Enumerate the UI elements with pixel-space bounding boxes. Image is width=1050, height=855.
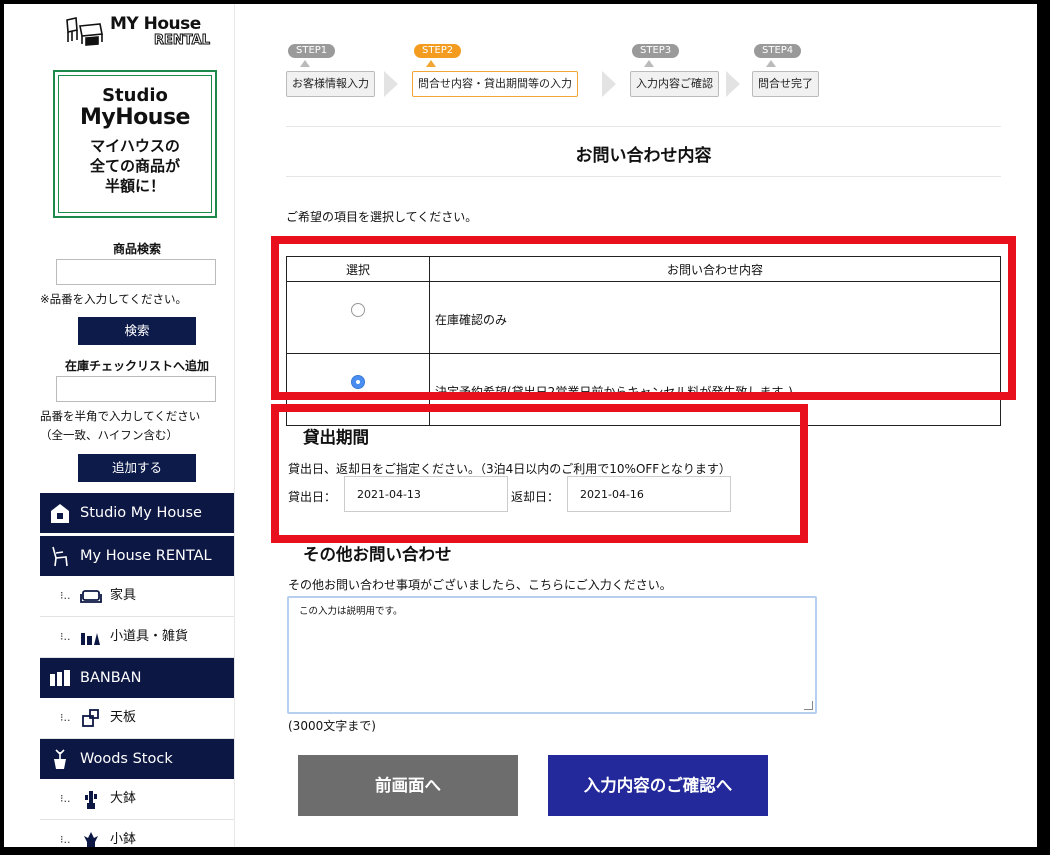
search-note: ※品番を入力してください。 (40, 292, 187, 306)
nav-studio-my-house[interactable]: Studio My House (40, 493, 234, 533)
char-limit-note: (3000文字まで) (288, 719, 376, 733)
progress-steps: STEP1 お客様情報入力 STEP2 問合せ内容・貸出期間等の入力 STEP3… (286, 44, 886, 104)
search-input[interactable] (56, 259, 216, 285)
nav-furniture[interactable]: ⁝.. 家具 (40, 576, 234, 617)
checklist-note2: （全一致、ハイフン含む） (40, 428, 178, 442)
succulent-icon (84, 832, 98, 847)
checklist-input[interactable] (56, 376, 216, 402)
promo-line5: 半額に！ (104, 177, 165, 195)
promo-line1: Studio (102, 85, 168, 106)
divider (286, 126, 1001, 127)
house-icon (51, 504, 69, 523)
page-shadow (1037, 10, 1045, 855)
annotation-box-selection (271, 236, 1016, 400)
confirm-button[interactable]: 入力内容のご確認へ (548, 755, 768, 816)
nav-label: 天板 (110, 710, 137, 725)
tree-dots-icon: ⁝.. (60, 792, 71, 805)
step-label: 問合せ完了 (752, 71, 819, 97)
chevron-right-icon (726, 71, 740, 97)
chevron-right-icon (602, 71, 616, 97)
step-pointer-icon (644, 60, 654, 67)
checklist-note1: 品番を半角で入力してください (40, 409, 201, 423)
plant-pot-icon (54, 749, 66, 769)
nav-label: 小道具・雑貨 (110, 629, 189, 644)
nav-large-pot[interactable]: ⁝.. 大鉢 (40, 779, 234, 820)
nav-tabletop[interactable]: ⁝.. 天板 (40, 698, 234, 739)
tree-dots-icon: ⁝.. (60, 833, 71, 846)
nav-woods-stock[interactable]: Woods Stock (40, 739, 234, 779)
intro-text: ご希望の項目を選択してください。 (286, 210, 478, 224)
banban-icon (50, 670, 70, 686)
chevron-right-icon (384, 71, 398, 97)
nav-props[interactable]: ⁝.. 小道具・雑貨 (40, 617, 234, 658)
nav-small-pot[interactable]: ⁝.. 小鉢 (40, 820, 234, 847)
step-badge: STEP1 (288, 44, 336, 58)
resize-grip-icon[interactable] (804, 701, 813, 710)
step-badge: STEP2 (414, 44, 462, 58)
divider (286, 176, 1001, 177)
sidebar: MY House RENTAL Studio MyHouse マイハウスの 全て… (40, 4, 235, 847)
search-button[interactable]: 検索 (78, 317, 196, 345)
promo-line3: マイハウスの (90, 137, 180, 155)
step-pointer-icon (766, 60, 776, 67)
step-label: お客様情報入力 (286, 71, 375, 97)
other-inquiry-textarea[interactable]: この入力は説明用です。 (287, 596, 817, 714)
textarea-value: この入力は説明用です。 (299, 606, 403, 617)
cactus-icon (85, 791, 97, 809)
nav-label: BANBAN (80, 670, 142, 686)
back-button[interactable]: 前画面へ (298, 755, 518, 816)
nav-label: My House RENTAL (80, 548, 212, 564)
tree-dots-icon: ⁝.. (60, 630, 71, 643)
nav-label: 家具 (110, 588, 137, 603)
step-label: 問合せ内容・貸出期間等の入力 (412, 71, 578, 97)
nav-label: 大鉢 (110, 791, 137, 806)
logo-subtext: RENTAL (154, 33, 211, 49)
step-badge: STEP4 (754, 44, 802, 58)
logo-text: MY House (110, 14, 201, 34)
tree-dots-icon: ⁝.. (60, 711, 71, 724)
nav-label: Woods Stock (80, 751, 173, 767)
nav-my-house-rental[interactable]: My House RENTAL (40, 536, 234, 576)
tabletop-icon (82, 709, 99, 727)
step-pointer-icon (300, 60, 310, 67)
nav-label: Studio My House (80, 505, 202, 521)
other-inquiry-heading: その他お問い合わせ (303, 545, 452, 564)
page: MY House RENTAL Studio MyHouse マイハウスの 全て… (4, 4, 1037, 847)
chair-icon (52, 546, 68, 567)
step-pointer-icon (426, 60, 436, 67)
annotation-box-period (271, 404, 808, 543)
search-heading: 商品検索 (112, 242, 161, 256)
nav-label: 小鉢 (110, 832, 137, 847)
other-inquiry-note: その他お問い合わせ事項がございましたら、こちらにご入力ください。 (288, 578, 672, 592)
tree-dots-icon: ⁝.. (60, 589, 71, 602)
step-label: 入力内容ご確認 (630, 71, 719, 97)
site-logo[interactable]: MY House RENTAL (64, 10, 214, 54)
checklist-heading: 在庫チェックリストへ追加 (64, 359, 209, 373)
promo-line2: MyHouse (80, 105, 190, 130)
props-icon (81, 633, 100, 645)
add-checklist-button[interactable]: 追加する (78, 454, 196, 482)
nav-banban[interactable]: BANBAN (40, 658, 234, 698)
promo-line4: 全ての商品が (89, 157, 180, 175)
promo-banner[interactable]: Studio MyHouse マイハウスの 全ての商品が 半額に！ (53, 70, 217, 218)
furniture-logo-icon (66, 17, 103, 46)
page-title: お問い合わせ内容 (575, 146, 712, 166)
step-badge: STEP3 (632, 44, 680, 58)
sofa-icon (80, 590, 102, 603)
